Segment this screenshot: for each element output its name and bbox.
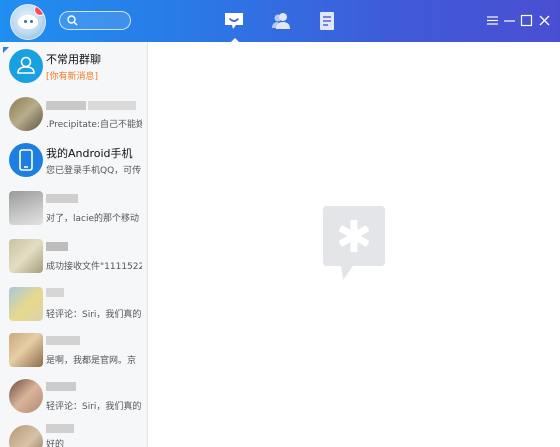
user-avatar[interactable] <box>10 4 46 40</box>
conversation-title: 不常用群聊 <box>46 53 101 66</box>
qq-main-window: 不常用群聊 [你有新消息] .Precipitate:自己不能嫁 我的Andro… <box>0 0 560 447</box>
minimize-icon[interactable] <box>503 14 516 27</box>
conversation-preview: 您已登录手机QQ，可传 <box>46 166 142 176</box>
conversation-preview: .Precipitate:自己不能嫁 <box>46 120 142 130</box>
avatar <box>9 287 43 321</box>
conversation-item-group-folder[interactable]: 不常用群聊 [你有新消息] <box>0 44 147 91</box>
conversation-preview: 成功接收文件"1111522( <box>46 262 142 272</box>
phone-icon <box>19 149 33 171</box>
close-icon[interactable] <box>538 14 551 27</box>
conversation-item[interactable]: 好的 <box>0 420 147 447</box>
conversation-title: 我的Android手机 <box>46 147 133 160</box>
conversation-item-android-phone[interactable]: 我的Android手机 您已登录手机QQ，可传 <box>0 138 147 185</box>
conversation-item[interactable]: .Precipitate:自己不能嫁 <box>0 92 147 139</box>
tab-space[interactable] <box>316 10 338 32</box>
conversation-item[interactable]: 成功接收文件"1111522( <box>0 234 147 281</box>
conversation-preview: [你有新消息] <box>46 72 99 82</box>
contacts-icon <box>272 13 290 29</box>
avatar <box>9 191 43 225</box>
title-bar <box>0 0 560 44</box>
avatar <box>9 379 43 413</box>
document-icon <box>320 12 334 30</box>
avatar <box>9 49 43 83</box>
chat-area <box>148 42 560 447</box>
conversation-preview: 轻评论：Siri，我们真的 <box>46 310 142 320</box>
avatar <box>9 333 43 367</box>
chat-bubble-icon <box>225 13 243 29</box>
group-chat-icon <box>17 56 35 74</box>
search-input[interactable] <box>82 13 126 28</box>
avatar <box>9 239 43 273</box>
conversation-preview: 轻评论：Siri，我们真的 <box>46 402 142 412</box>
search-box[interactable] <box>59 11 131 30</box>
conversation-preview: 好的 <box>46 440 65 447</box>
conversation-item[interactable]: 是啊，我都是官网。京 <box>0 328 147 375</box>
tab-messages[interactable] <box>223 10 245 44</box>
conversation-preview: 是啊，我都是官网。京 <box>46 356 137 366</box>
conversation-item[interactable]: 对了，lacie的那个移动 <box>0 186 147 233</box>
conversation-item[interactable]: 轻评论：Siri，我们真的 <box>0 282 147 329</box>
maximize-icon[interactable] <box>520 14 533 27</box>
conversation-preview: 对了，lacie的那个移动 <box>46 214 140 224</box>
avatar <box>9 143 43 177</box>
conversation-item[interactable]: 轻评论：Siri，我们真的 <box>0 374 147 421</box>
avatar <box>9 425 43 447</box>
conversation-list[interactable]: 不常用群聊 [你有新消息] .Precipitate:自己不能嫁 我的Andro… <box>0 42 148 447</box>
menu-icon[interactable] <box>486 14 499 27</box>
unread-badge <box>34 5 45 16</box>
qq-watermark-icon <box>323 206 385 280</box>
search-icon <box>67 15 78 26</box>
tab-contacts[interactable] <box>270 10 292 32</box>
avatar <box>9 97 43 131</box>
